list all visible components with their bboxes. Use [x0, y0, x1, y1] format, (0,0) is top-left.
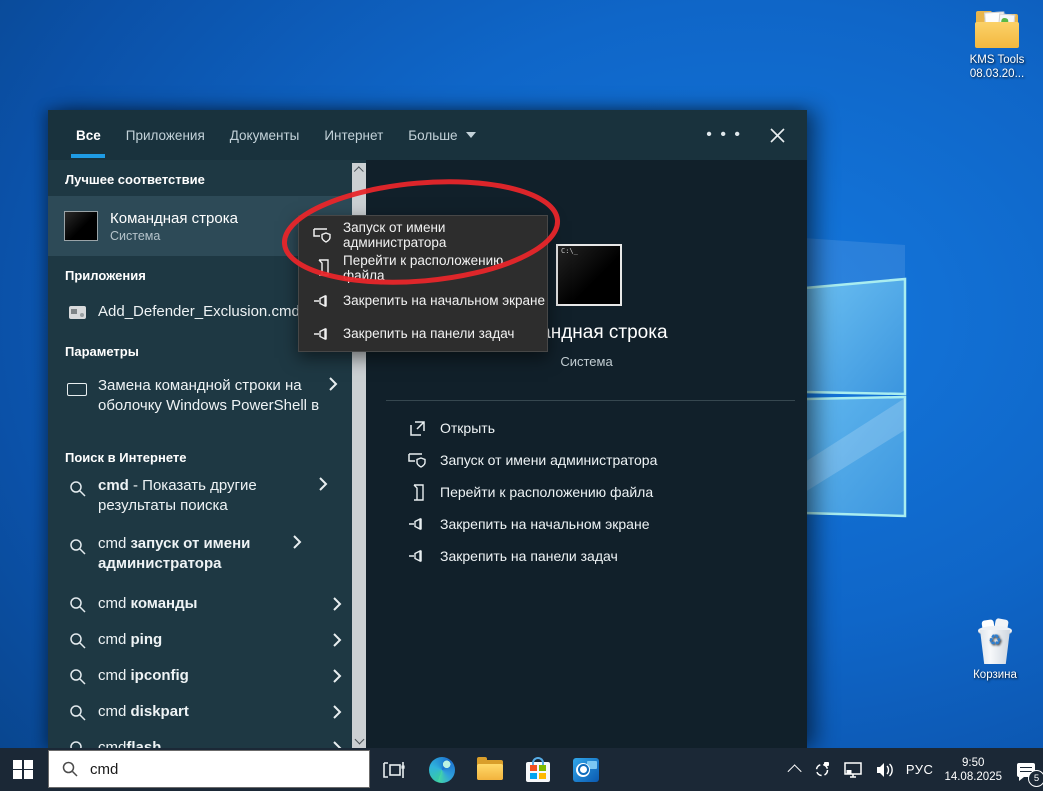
pin-icon — [406, 549, 428, 563]
preview-actions: Открыть Запуск от имени администратора П… — [366, 412, 807, 572]
start-button[interactable] — [0, 748, 46, 791]
taskbar: cmd — [0, 748, 1043, 791]
action-open-file-location[interactable]: Перейти к расположению файла — [366, 476, 807, 508]
preview-subtitle: Система — [366, 354, 807, 369]
scroll-down-icon[interactable] — [352, 732, 366, 746]
result-title: Командная строка — [110, 210, 238, 227]
tab-web[interactable]: Интернет — [324, 110, 383, 160]
language-indicator[interactable]: РУС — [906, 762, 934, 777]
web-suggestion[interactable]: cmd ping — [48, 622, 352, 658]
result-setting-item[interactable]: Замена командной строки на оболочку Wind… — [48, 370, 352, 438]
tab-more[interactable]: Больше — [408, 110, 475, 160]
search-icon — [64, 632, 90, 649]
web-suggestion[interactable]: cmd команды — [48, 586, 352, 622]
outlook-icon[interactable] — [572, 756, 600, 784]
more-icon[interactable]: • • • — [706, 126, 742, 144]
task-view-button[interactable] — [380, 756, 408, 784]
run-as-admin-icon — [406, 451, 428, 469]
edge-browser-icon[interactable] — [428, 756, 456, 784]
tab-all[interactable]: Все — [76, 110, 101, 160]
taskbar-search-input[interactable]: cmd — [48, 750, 370, 788]
recycle-bin-icon: ♻ — [973, 620, 1017, 666]
chevron-right-icon — [328, 596, 346, 612]
desktop-icon-kms-tools[interactable]: KMS Tools 08.03.20... — [954, 10, 1040, 81]
chevron-right-icon — [328, 668, 346, 684]
menu-pin-to-start[interactable]: Закрепить на начальном экране — [299, 284, 547, 317]
desktop-icon-label: 08.03.20... — [954, 67, 1040, 81]
open-icon — [406, 420, 428, 437]
menu-run-as-admin[interactable]: Запуск от имени администратора — [299, 218, 547, 251]
tab-documents[interactable]: Документы — [230, 110, 300, 160]
search-icon — [64, 534, 90, 555]
scroll-up-icon[interactable] — [352, 163, 366, 177]
web-suggestion[interactable]: cmd ipconfig — [48, 658, 352, 694]
tray-cast-icon[interactable] — [812, 761, 832, 779]
context-menu: Запуск от имени администратора Перейти к… — [298, 215, 548, 352]
chevron-right-icon — [324, 376, 342, 392]
section-header-best-match: Лучшее соответствие — [48, 160, 352, 192]
file-explorer-icon[interactable] — [476, 756, 504, 784]
web-suggestion[interactable]: cmd - Показать другие результаты поиска — [48, 470, 352, 528]
taskbar-app-icons — [374, 748, 600, 791]
tray-network-icon[interactable] — [843, 761, 864, 779]
microsoft-store-icon[interactable] — [524, 756, 552, 784]
clock-date: 14.08.2025 — [944, 770, 1002, 784]
cmd-app-icon — [64, 211, 98, 241]
desktop-icon-recycle-bin[interactable]: ♻ Корзина — [952, 620, 1038, 682]
web-suggestion[interactable]: cmd запуск от имени администратора — [48, 528, 352, 586]
result-label: Замена командной строки на оболочку Wind… — [90, 376, 324, 416]
search-icon — [64, 596, 90, 613]
search-filter-tabs: Все Приложения Документы Интернет Больше… — [48, 110, 807, 160]
windows-logo-icon — [13, 760, 33, 780]
search-flyout-panel: Все Приложения Документы Интернет Больше… — [48, 110, 807, 748]
menu-open-file-location[interactable]: Перейти к расположению файла — [299, 251, 547, 284]
chevron-right-icon — [288, 534, 306, 550]
pin-icon — [311, 294, 333, 308]
run-as-admin-icon — [311, 226, 333, 244]
web-suggestion[interactable]: cmd diskpart — [48, 694, 352, 730]
search-icon — [64, 704, 90, 721]
action-pin-to-taskbar[interactable]: Закрепить на панели задач — [366, 540, 807, 572]
tray-volume-icon[interactable] — [875, 761, 895, 779]
clock[interactable]: 9:50 14.08.2025 — [944, 756, 1002, 784]
action-center-button[interactable]: 5 — [1013, 748, 1039, 791]
file-location-icon — [311, 259, 333, 276]
folder-icon — [974, 10, 1020, 50]
result-label: Add_Defender_Exclusion.cmd — [90, 302, 328, 322]
close-icon[interactable] — [770, 128, 785, 143]
action-run-as-admin[interactable]: Запуск от имени администратора — [366, 444, 807, 476]
search-query-text: cmd — [90, 761, 118, 778]
clock-time: 9:50 — [944, 756, 1002, 770]
chevron-right-icon — [314, 476, 332, 492]
chevron-right-icon — [328, 704, 346, 720]
pin-icon — [406, 517, 428, 531]
screen: KMS Tools 08.03.20... ♻ Корзина Все Прил… — [0, 0, 1043, 791]
section-header-web: Поиск в Интернете — [48, 438, 352, 470]
divider — [386, 400, 795, 401]
search-icon — [64, 668, 90, 685]
tab-apps[interactable]: Приложения — [126, 110, 205, 160]
system-tray: РУС 9:50 14.08.2025 5 — [791, 748, 1039, 791]
notification-badge: 5 — [1028, 770, 1043, 787]
action-pin-to-start[interactable]: Закрепить на начальном экране — [366, 508, 807, 540]
action-open[interactable]: Открыть — [366, 412, 807, 444]
tray-expand-icon[interactable] — [791, 765, 801, 775]
search-icon — [64, 476, 90, 497]
cmd-app-icon-large — [556, 244, 622, 306]
search-icon — [62, 761, 78, 777]
dropdown-caret-icon — [466, 132, 476, 138]
result-subtitle: Система — [110, 229, 238, 243]
cmd-file-icon — [69, 306, 86, 319]
pin-icon — [311, 327, 333, 341]
chevron-right-icon — [328, 632, 346, 648]
file-location-icon — [406, 484, 428, 501]
desktop-icon-label: Корзина — [952, 668, 1038, 682]
desktop-icon-label: KMS Tools — [954, 53, 1040, 67]
console-setting-icon — [67, 383, 87, 396]
menu-pin-to-taskbar[interactable]: Закрепить на панели задач — [299, 317, 547, 350]
